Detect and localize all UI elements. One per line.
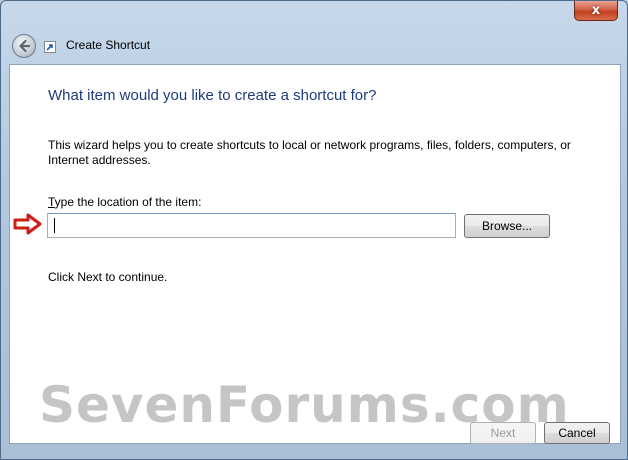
close-button[interactable]: x — [574, 1, 618, 21]
next-button[interactable]: Next — [470, 422, 536, 444]
wizard-heading: What item would you like to create a sho… — [48, 87, 377, 104]
location-label-accelerator: T — [48, 195, 55, 209]
text-caret — [54, 218, 55, 233]
location-label: Type the location of the item: — [48, 195, 201, 209]
continue-instruction: Click Next to continue. — [48, 270, 168, 284]
location-label-text: ype the location of the item: — [54, 195, 202, 209]
red-arrow-icon — [13, 213, 42, 235]
browse-button[interactable]: Browse... — [464, 214, 550, 238]
close-icon: x — [591, 3, 601, 18]
back-button[interactable] — [12, 34, 36, 58]
cancel-button[interactable]: Cancel — [544, 422, 610, 444]
window-title: Create Shortcut — [66, 38, 151, 52]
back-arrow-icon — [19, 39, 31, 53]
location-input[interactable] — [47, 213, 456, 238]
shortcut-icon — [44, 41, 56, 53]
wizard-description: This wizard helps you to create shortcut… — [48, 138, 571, 167]
create-shortcut-window: x Create Shortcut What item would you li… — [0, 0, 628, 460]
